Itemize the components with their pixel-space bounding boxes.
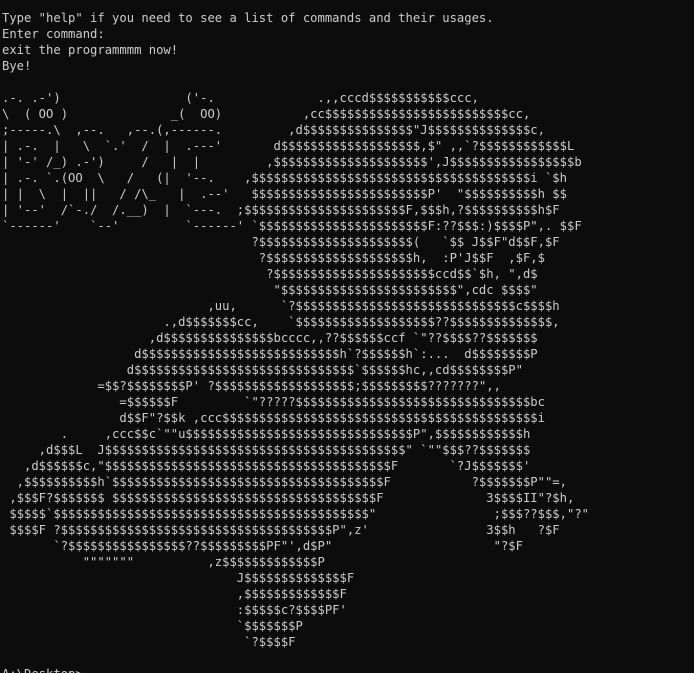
- terminal-line: `------' `--' `------' `$$$$$$$$$$$$$$$$…: [2, 219, 582, 233]
- terminal-line: ,$$$$$$$$$$h`$$$$$$$$$$$$$$$$$$$$$$$$$$$…: [2, 475, 567, 489]
- terminal-line: ?$$$$$$$$$$$$$$$$$$$$$$ccd$$`$h, ",d$: [2, 267, 538, 281]
- terminal-line: ,d$$$L J$$$$$$$$$$$$$$$$$$$$$$$$$$$$$$$$…: [2, 443, 531, 457]
- terminal-line: .,d$$$$$$$cc, `$$$$$$$$$$$$$$$$$$$??$$$$…: [2, 315, 560, 329]
- terminal-line: $$$$$`$$$$$$$$$$$$$$$$$$$$$$$$$$$$$$$$$$…: [2, 507, 589, 521]
- terminal-line: Enter command:: [2, 27, 105, 41]
- terminal-line: $$$$F ?$$$$$$$$$$$$$$$$$$$$$$$$$$$$$$$$$…: [2, 523, 560, 537]
- terminal-line: `?$$$$$$$$$$$$$$$$??$$$$$$$$$PF"',d$P" "…: [2, 539, 523, 553]
- terminal-line: d$$$$$$$$$$$$$$$$$$$$$$$$$$$h`?$$$$$$h`:…: [2, 347, 538, 361]
- terminal-line: ,$$$F?$$$$$$$ $$$$$$$$$$$$$$$$$$$$$$$$$$…: [2, 491, 575, 505]
- terminal-line: ?$$$$$$$$$$$$$$$$$$$$$( `$$ J$$F"d$$F,$F: [2, 235, 560, 249]
- terminal-line: | '-' /_) .-') / | | ,$$$$$$$$$$$$$$$$$$…: [2, 155, 582, 169]
- terminal-line: .-. .-') ('-. .,,cccd$$$$$$$$$$$ccc,: [2, 91, 479, 105]
- terminal-line: Type "help" if you need to see a list of…: [2, 11, 494, 25]
- terminal-line: """"""" ,z$$$$$$$$$$$$$P: [2, 555, 325, 569]
- terminal-line: `$$$$$$$P: [2, 619, 303, 633]
- terminal-line: ,d$$$$$$c,"$$$$$$$$$$$$$$$$$$$$$$$$$$$$$…: [2, 459, 531, 473]
- terminal-line: =$$?$$$$$$$$P' ?$$$$$$$$$$$$$$$$$$$;$$$$…: [2, 379, 501, 393]
- terminal-line: d$$F"?$$k ,ccc$$$$$$$$$$$$$$$$$$$$$$$$$$…: [2, 411, 545, 425]
- terminal-line: | | \ | || / /\_ | .--' $$$$$$$$$$$$$$$$…: [2, 187, 567, 201]
- console-window[interactable]: Type "help" if you need to see a list of…: [0, 0, 694, 673]
- terminal-line: "$$$$$$$$$$$$$$$$$$$$$$$$",cdc $$$$": [2, 283, 538, 297]
- terminal-line: | .-. | \ `.' / | .---' d$$$$$$$$$$$$$$$…: [2, 139, 575, 153]
- terminal-line: . ,ccc$$c`""u$$$$$$$$$$$$$$$$$$$$$$$$$$$…: [2, 427, 531, 441]
- terminal-line: ,$$$$$$$$$$$$$F: [2, 587, 347, 601]
- terminal-line: =$$$$$$F `"?????$$$$$$$$$$$$$$$$$$$$$$$$…: [2, 395, 545, 409]
- terminal-output: Type "help" if you need to see a list of…: [0, 0, 694, 673]
- terminal-line: d$$$$$$$$$$$$$$$$$$$$$$$$$$$$$$`$$$$$$hc…: [2, 363, 523, 377]
- terminal-line: ;-----.\ ,--. ,--.(,------. ,d$$$$$$$$$$…: [2, 123, 545, 137]
- terminal-line: `?$$$$F: [2, 635, 296, 649]
- terminal-line: exit the programmmm now!: [2, 43, 179, 57]
- terminal-line: \ ( OO ) _( OO) ,cc$$$$$$$$$$$$$$$$$$$$$…: [2, 107, 531, 121]
- command-prompt[interactable]: A:\Desktop>: [2, 667, 83, 673]
- terminal-line: :$$$$$c?$$$$PF': [2, 603, 347, 617]
- terminal-line: Bye!: [2, 59, 32, 73]
- terminal-line: | '--' /`-./ /.__) | `---. ;$$$$$$$$$$$$…: [2, 203, 560, 217]
- terminal-line: ,uu, `?$$$$$$$$$$$$$$$$$$$$$$$$$$$$$$c$$…: [2, 299, 560, 313]
- terminal-line: ,d$$$$$$$$$$$$$$$bcccc,,??$$$$$$ccf `"??…: [2, 331, 538, 345]
- terminal-line: ?$$$$$$$$$$$$$$$$$$$$h, :P'J$$F ,$F,$: [2, 251, 545, 265]
- terminal-line: J$$$$$$$$$$$$$$F: [2, 571, 355, 585]
- terminal-line: | .-. `.(OO \ / (| '--. ,$$$$$$$$$$$$$$$…: [2, 171, 567, 185]
